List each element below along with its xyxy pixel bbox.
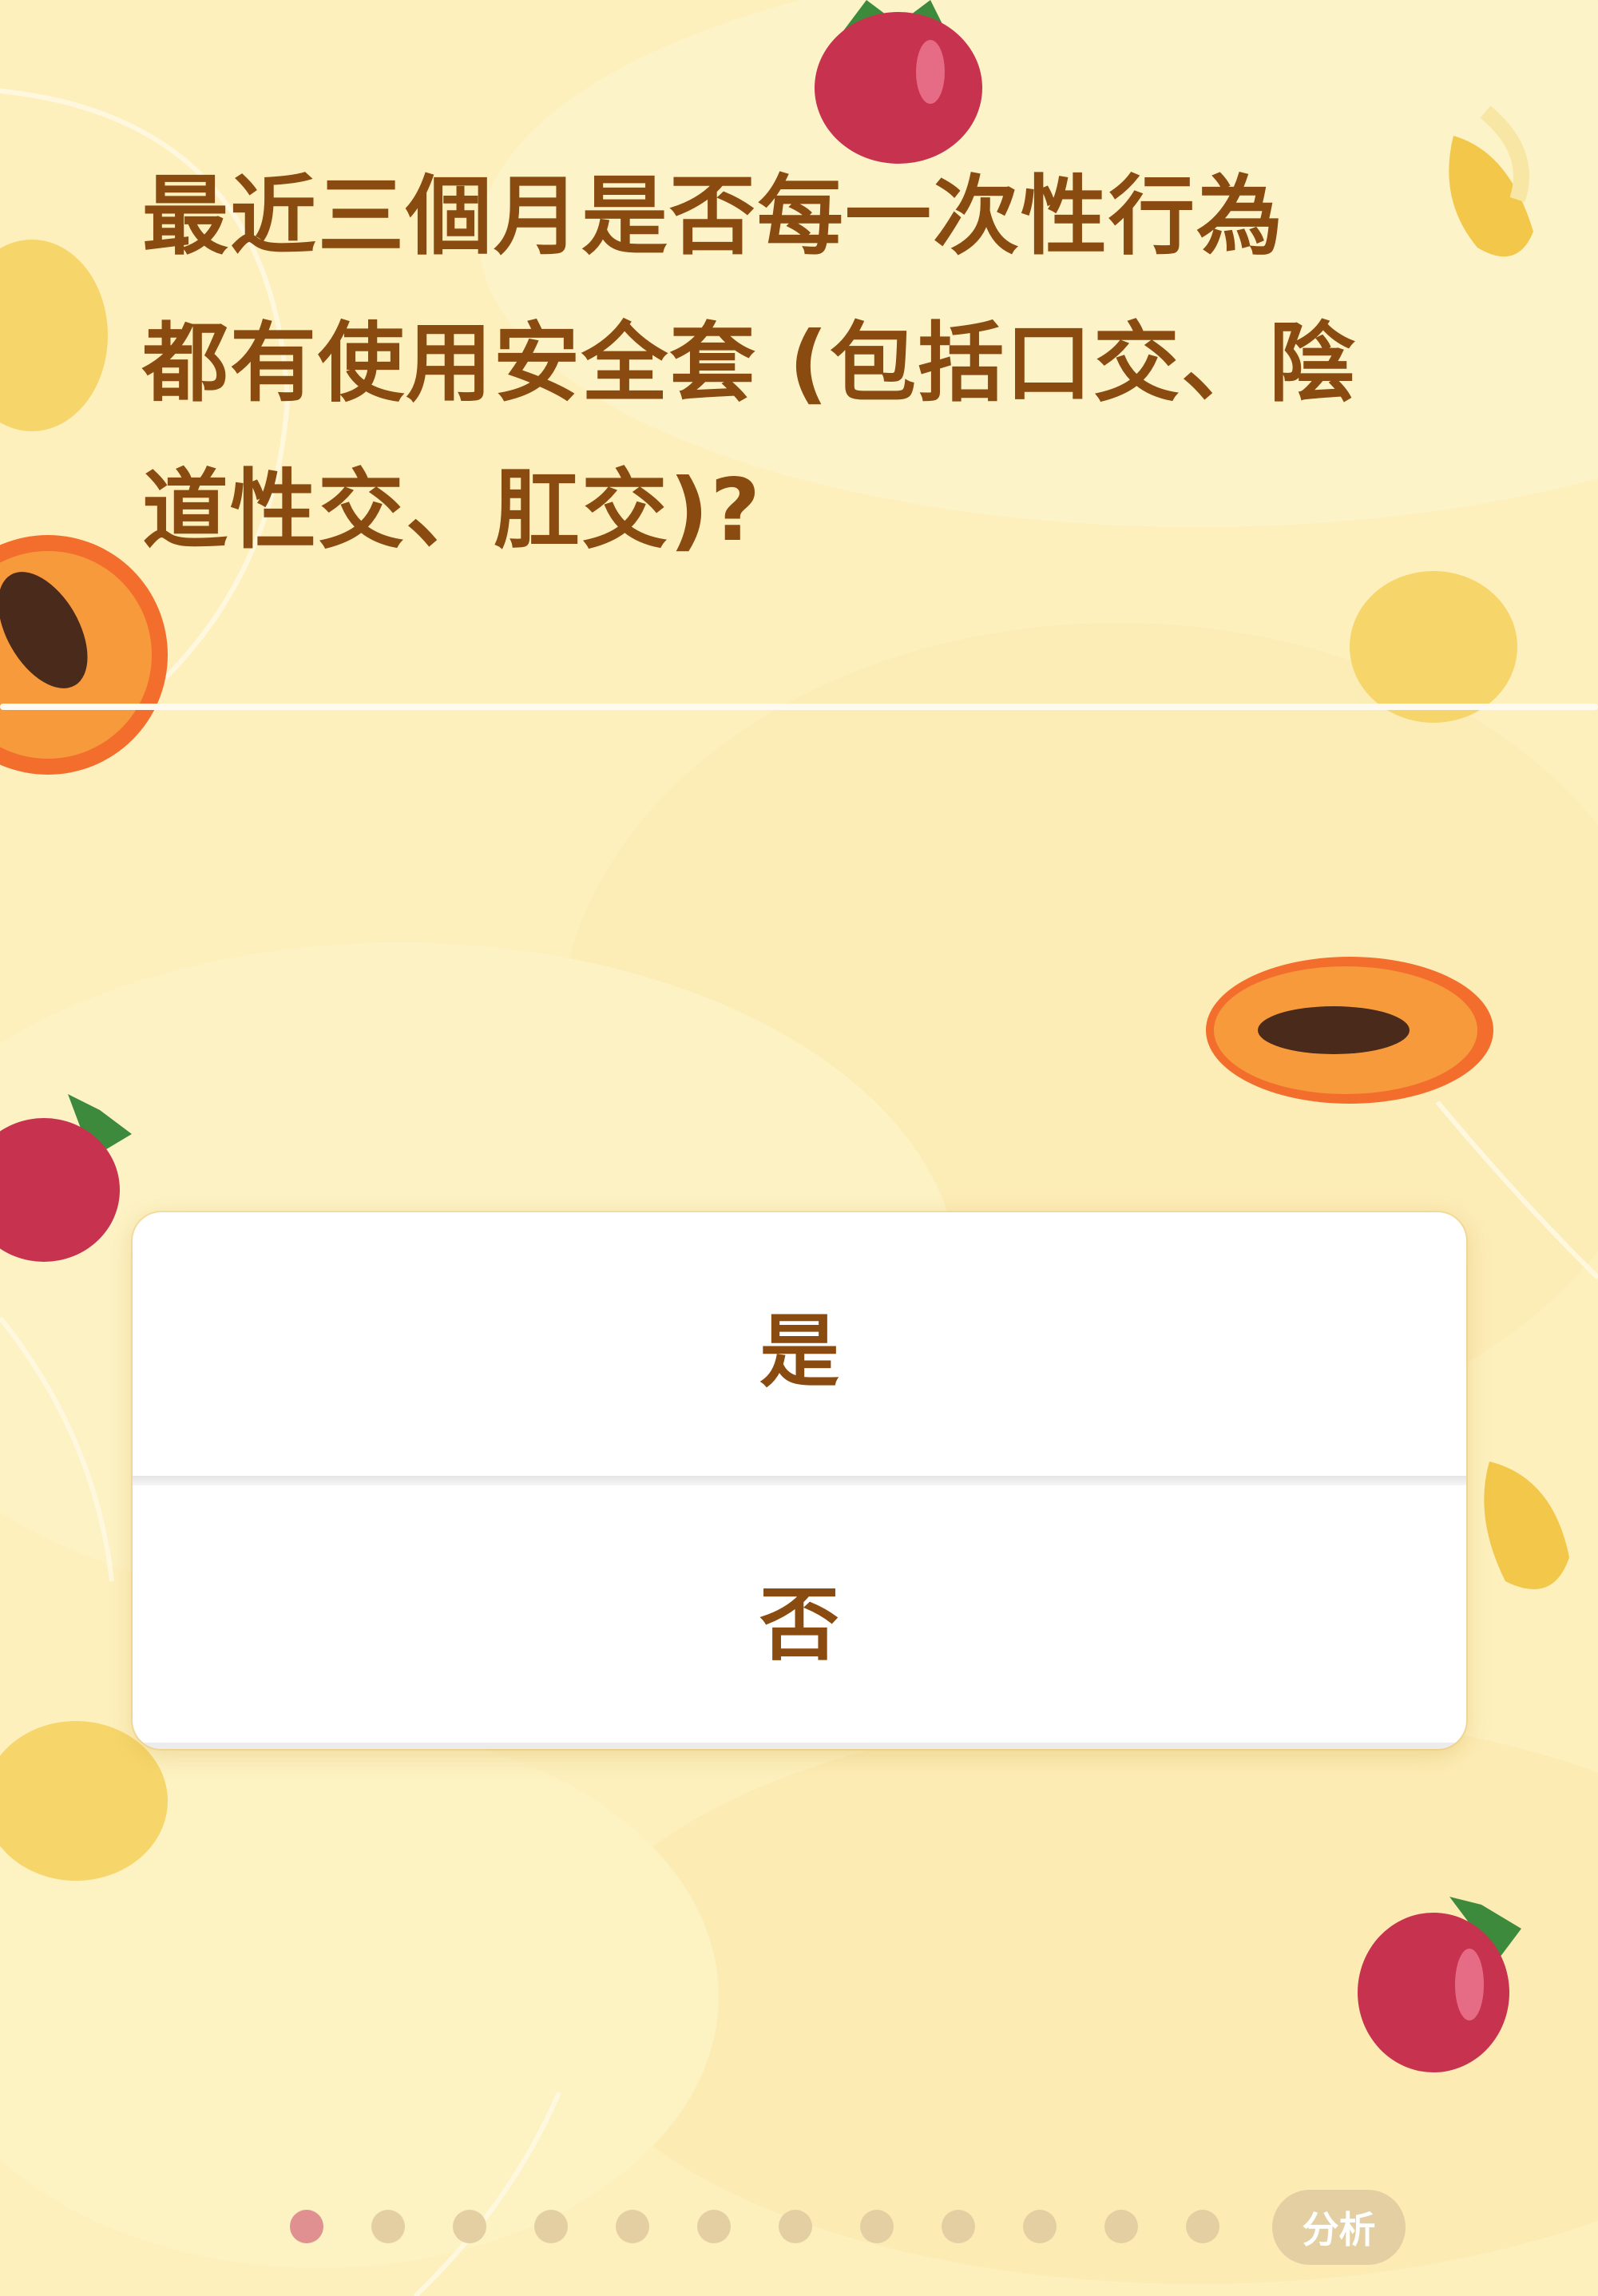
lemon-icon [1350,571,1517,723]
page-dot-active[interactable] [290,2210,323,2243]
banana-icon [1484,1461,1569,1589]
page-dot[interactable] [942,2210,975,2243]
question-line: 都有使用安全套 (包括口交、陰 [142,314,1357,414]
answer-options: 是 否 [133,1212,1466,1749]
page-dot[interactable] [779,2210,812,2243]
page-dot[interactable] [1023,2210,1057,2243]
page-dot[interactable] [697,2210,731,2243]
page-dot[interactable] [1104,2210,1138,2243]
page-dot[interactable] [371,2210,405,2243]
answer-separator [133,1476,1466,1485]
page-dot[interactable] [534,2210,568,2243]
answer-no-button[interactable]: 否 [133,1485,1466,1749]
question-line: 最近三個月是否每一次性行為 [142,167,1285,267]
question-line: 道性交、肛交)? [142,461,763,561]
analyze-button[interactable]: 分析 [1272,2190,1406,2265]
lemon-icon [0,240,108,431]
papaya-icon [1206,957,1493,1104]
divider [0,704,1598,710]
answer-yes-button[interactable]: 是 [133,1212,1466,1476]
page-dot[interactable] [1186,2210,1219,2243]
card-bottom-shade [133,1743,1466,1749]
question-text: 最近三個月是否每一次性行為 都有使用安全套 (包括口交、陰 道性交、肛交)? [142,144,1516,585]
page-dot[interactable] [453,2210,486,2243]
page-dot[interactable] [616,2210,649,2243]
page-dot[interactable] [860,2210,894,2243]
